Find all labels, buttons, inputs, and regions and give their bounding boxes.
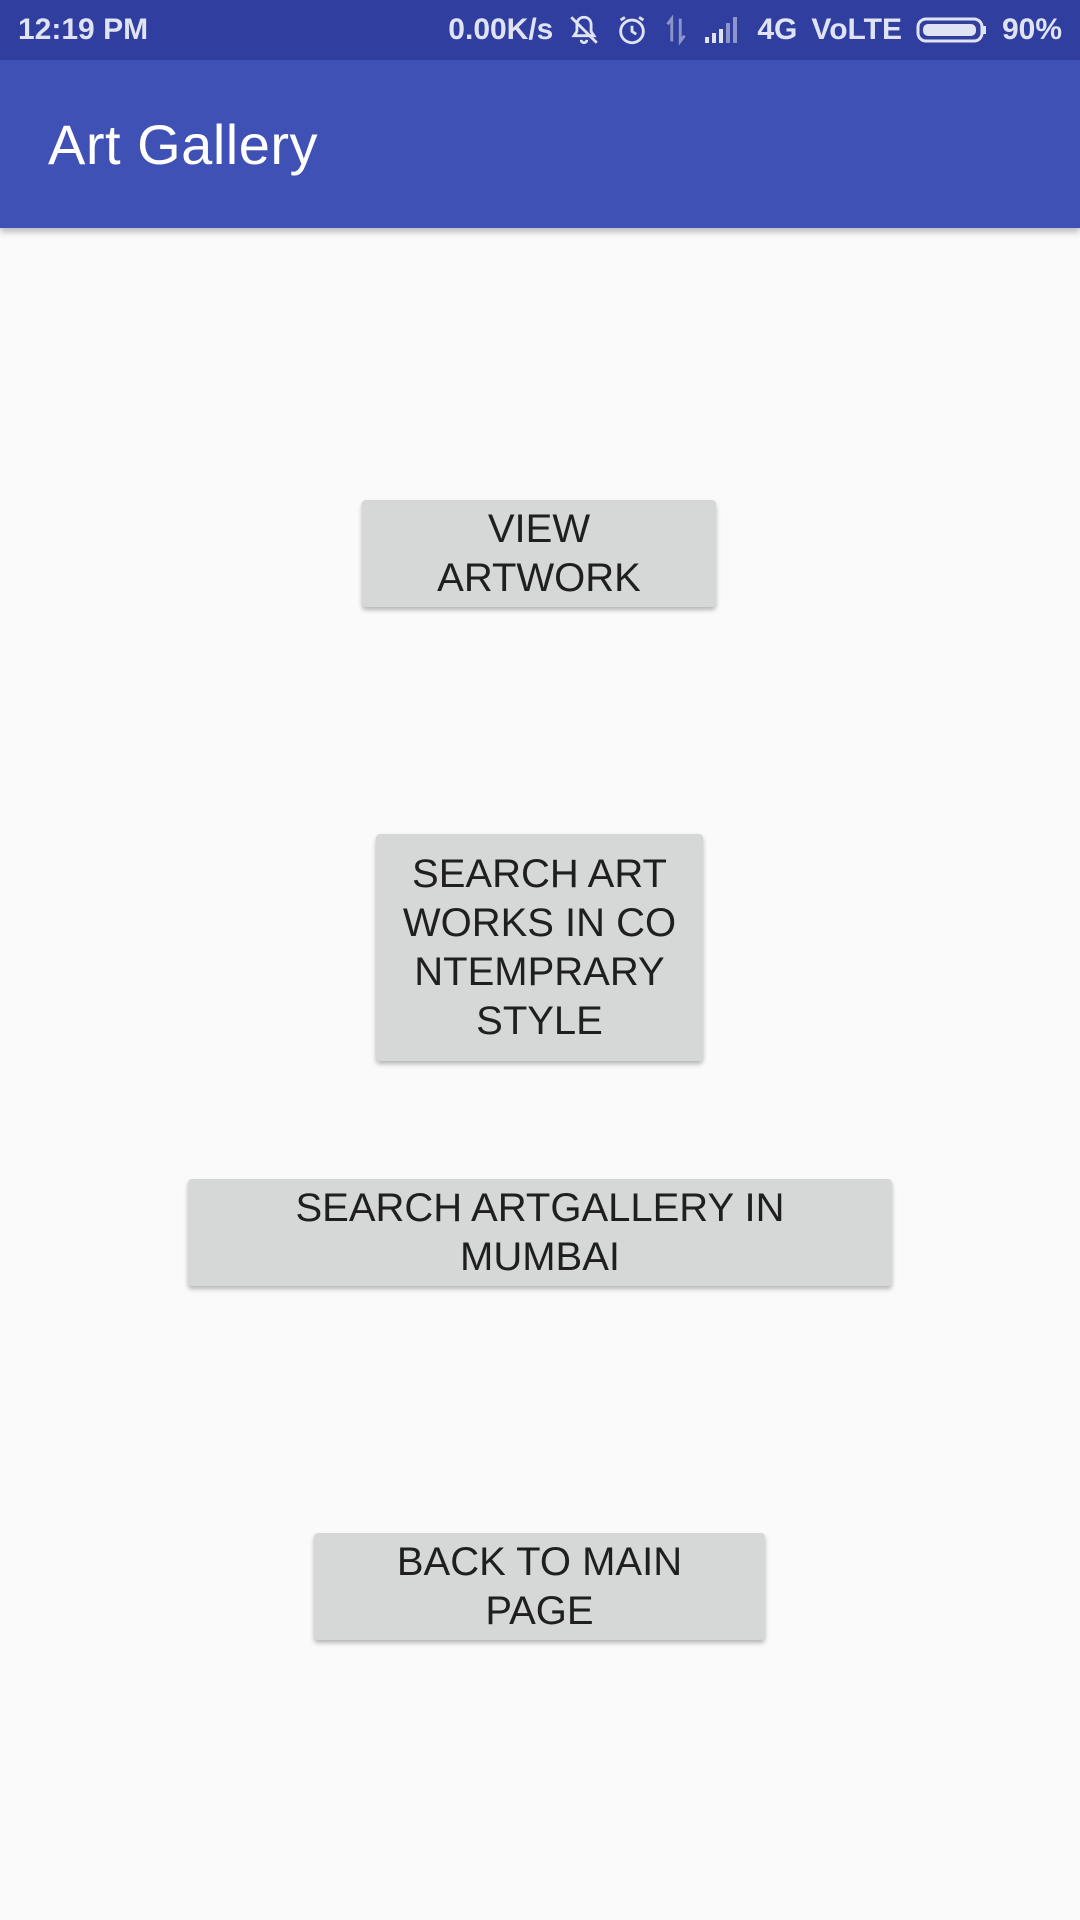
battery-percent: 90%	[1001, 13, 1062, 46]
back-to-main-button[interactable]: BACK TO MAIN PAGE	[314, 1533, 765, 1640]
view-artwork-button[interactable]: VIEW ARTWORK	[362, 500, 716, 607]
alarm-icon	[615, 13, 649, 47]
status-time: 12:19 PM	[18, 13, 149, 46]
search-contemporary-button[interactable]: SEARCH ARTWORKS IN CONTEMPRARY STYLE	[376, 834, 703, 1061]
app-title: Art Gallery	[48, 112, 318, 176]
data-arrows-icon	[663, 13, 689, 47]
search-mumbai-button[interactable]: SEARCH ARTGALLERY IN MUMBAI	[188, 1179, 892, 1286]
signal-icon	[703, 15, 743, 45]
network-type: 4G	[757, 13, 798, 46]
network-speed: 0.00K/s	[448, 13, 554, 46]
status-bar: 12:19 PM 0.00K/s 4G VoLTE 90%	[0, 0, 1080, 60]
muted-bell-icon	[567, 13, 601, 47]
volte-label: VoLTE	[811, 13, 902, 46]
battery-icon	[916, 15, 988, 45]
app-bar: Art Gallery	[0, 60, 1080, 228]
status-icons: 0.00K/s 4G VoLTE 90%	[448, 13, 1062, 47]
